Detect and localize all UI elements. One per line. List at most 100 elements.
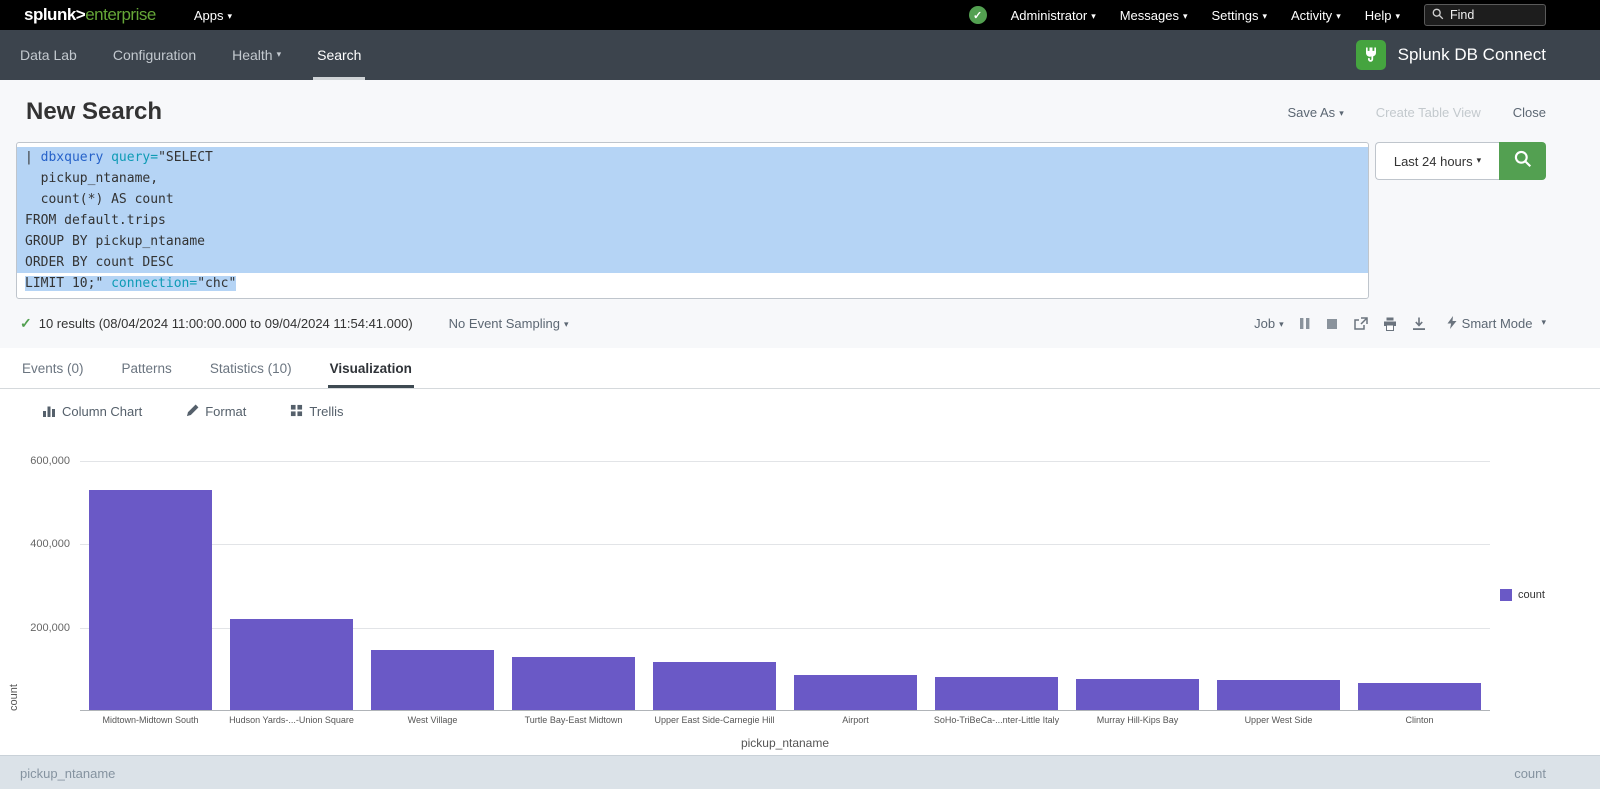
column-chart: count 200,000400,000600,000 count Midtow… bbox=[0, 461, 1600, 750]
bar-slot bbox=[785, 675, 926, 710]
result-summary: 10 results (08/04/2024 11:00:00.000 to 0… bbox=[39, 316, 413, 331]
bar-slot bbox=[362, 650, 503, 710]
caret-down-icon: ▾ bbox=[1091, 11, 1096, 21]
appbar-right: Splunk DB Connect bbox=[1356, 30, 1546, 80]
bar-slot bbox=[503, 657, 644, 710]
y-axis-title: count bbox=[8, 461, 20, 711]
bar-midtown-midtown-south[interactable] bbox=[89, 490, 212, 710]
print-button[interactable] bbox=[1383, 317, 1397, 331]
plot-area bbox=[80, 461, 1490, 711]
bar-clinton[interactable] bbox=[1358, 683, 1481, 710]
appbar-item-configuration[interactable]: Configuration bbox=[95, 30, 214, 80]
caret-down-icon: ▾ bbox=[564, 319, 569, 329]
bar-slot bbox=[1067, 679, 1208, 710]
bar-slot bbox=[1208, 680, 1349, 710]
legend-item[interactable]: count bbox=[1500, 589, 1545, 601]
find-search-input[interactable]: Find bbox=[1424, 4, 1546, 26]
bar-murray-hill-kips-bay[interactable] bbox=[1076, 679, 1199, 710]
statistics-table-header: pickup_ntaname count bbox=[0, 755, 1600, 789]
appbar-item-search[interactable]: Search bbox=[299, 30, 379, 80]
create-table-view-button[interactable]: Create Table View bbox=[1376, 105, 1481, 120]
query-line-1: | dbxquery query="SELECT bbox=[17, 147, 1368, 168]
run-search-button[interactable] bbox=[1499, 142, 1546, 180]
stop-job-button[interactable] bbox=[1326, 318, 1338, 330]
bar-west-village[interactable] bbox=[371, 650, 494, 710]
caret-down-icon: ▾ bbox=[1395, 11, 1400, 21]
x-tick-label: West Village bbox=[362, 715, 503, 725]
tab-visualization[interactable]: Visualization bbox=[328, 348, 414, 388]
topbar: splunk>enterprise Apps▾ ✓ Administrator▾… bbox=[0, 0, 1600, 30]
page-head: New Search Save As▾ Create Table View Cl… bbox=[0, 80, 1600, 142]
splunk-logo[interactable]: splunk>enterprise bbox=[24, 5, 156, 25]
chart-type-picker[interactable]: Column Chart bbox=[42, 403, 142, 420]
share-job-button[interactable] bbox=[1353, 317, 1368, 331]
x-tick-label: Clinton bbox=[1349, 715, 1490, 725]
query-line-7: LIMIT 10;" connection="chc" bbox=[17, 273, 1368, 294]
query-line-3: count(*) AS count bbox=[17, 189, 1368, 210]
health-check-icon[interactable]: ✓ bbox=[969, 6, 987, 24]
trellis-menu[interactable]: Trellis bbox=[290, 404, 343, 420]
splunk-logo-product: enterprise bbox=[85, 5, 156, 24]
appbar-item-data-lab[interactable]: Data Lab bbox=[2, 30, 95, 80]
smart-mode-icon bbox=[1447, 316, 1457, 332]
trellis-grid-icon bbox=[290, 404, 303, 420]
viz-toolbar: Column Chart Format Trellis bbox=[0, 389, 1600, 420]
event-sampling-menu[interactable]: No Event Sampling▾ bbox=[449, 316, 569, 331]
search-icon bbox=[1513, 149, 1533, 174]
caret-down-icon: ▾ bbox=[227, 11, 232, 21]
tab-events-0[interactable]: Events (0) bbox=[20, 348, 86, 388]
tab-patterns[interactable]: Patterns bbox=[120, 348, 174, 388]
appbar-item-health[interactable]: Health▾ bbox=[214, 30, 299, 80]
time-range-picker[interactable]: Last 24 hours▾ bbox=[1375, 142, 1499, 180]
tab-statistics-10[interactable]: Statistics (10) bbox=[208, 348, 294, 388]
results-check-icon: ✓ bbox=[20, 315, 32, 332]
topbar-menu-messages[interactable]: Messages▾ bbox=[1120, 8, 1188, 23]
bar-upper-west-side[interactable] bbox=[1217, 680, 1340, 710]
x-tick-label: Midtown-Midtown South bbox=[80, 715, 221, 725]
x-tick-label: Turtle Bay-East Midtown bbox=[503, 715, 644, 725]
bar-slot bbox=[80, 490, 221, 710]
pause-job-button[interactable] bbox=[1299, 317, 1311, 330]
search-icon bbox=[1432, 8, 1444, 23]
result-tabs: Events (0) Patterns Statistics (10) Visuali… bbox=[0, 348, 1600, 389]
bar-upper-east-side-carnegie-hill[interactable] bbox=[653, 662, 776, 710]
page-title: New Search bbox=[26, 98, 162, 126]
column-chart-icon bbox=[42, 403, 56, 420]
search-header-band: New Search Save As▾ Create Table View Cl… bbox=[0, 80, 1600, 348]
export-download-button[interactable] bbox=[1412, 317, 1426, 331]
find-placeholder: Find bbox=[1450, 8, 1474, 22]
topbar-menu-help[interactable]: Help▾ bbox=[1365, 8, 1400, 23]
table-header-pickup-ntaname[interactable]: pickup_ntaname bbox=[20, 766, 115, 789]
legend-column: count bbox=[1490, 461, 1600, 711]
topbar-menu-activity[interactable]: Activity▾ bbox=[1291, 8, 1341, 23]
caret-down-icon: ▾ bbox=[277, 49, 282, 60]
pencil-icon bbox=[186, 404, 199, 420]
caret-down-icon: ▾ bbox=[1262, 11, 1267, 21]
legend-label: count bbox=[1518, 589, 1545, 601]
table-header-count[interactable]: count bbox=[1514, 766, 1546, 789]
search-row: | dbxquery query="SELECT pickup_ntaname,… bbox=[0, 142, 1600, 299]
y-axis: count 200,000400,000600,000 bbox=[0, 461, 80, 711]
query-line-4: FROM default.trips bbox=[17, 210, 1368, 231]
x-tick-label: Upper West Side bbox=[1208, 715, 1349, 725]
job-tools: Job▾ Smart Mode▾ bbox=[1254, 316, 1546, 332]
topbar-menu-settings[interactable]: Settings▾ bbox=[1212, 8, 1268, 23]
y-tick-label: 600,000 bbox=[30, 455, 70, 467]
save-as-button[interactable]: Save As▾ bbox=[1287, 105, 1343, 120]
job-menu[interactable]: Job▾ bbox=[1254, 316, 1284, 331]
bar-hudson-yards-union-square[interactable] bbox=[230, 619, 353, 710]
legend-swatch bbox=[1500, 589, 1512, 601]
topbar-menu-administrator[interactable]: Administrator▾ bbox=[1011, 8, 1096, 23]
search-mode-menu[interactable]: Smart Mode▾ bbox=[1447, 316, 1546, 332]
topbar-right: ✓ Administrator▾ Messages▾ Settings▾ Activi… bbox=[969, 4, 1546, 26]
caret-down-icon: ▾ bbox=[1541, 317, 1546, 328]
bar-airport[interactable] bbox=[794, 675, 917, 710]
format-menu[interactable]: Format bbox=[186, 404, 246, 420]
appbar: Data LabConfigurationHealth▾Search Splun… bbox=[0, 30, 1600, 80]
bar-soho-tribeca-nter-little-italy[interactable] bbox=[935, 677, 1058, 710]
apps-menu[interactable]: Apps▾ bbox=[194, 8, 232, 23]
bar-turtle-bay-east-midtown[interactable] bbox=[512, 657, 635, 710]
close-button[interactable]: Close bbox=[1513, 105, 1546, 120]
search-query-input[interactable]: | dbxquery query="SELECT pickup_ntaname,… bbox=[16, 142, 1369, 299]
x-tick-label: Upper East Side-Carnegie Hill bbox=[644, 715, 785, 725]
